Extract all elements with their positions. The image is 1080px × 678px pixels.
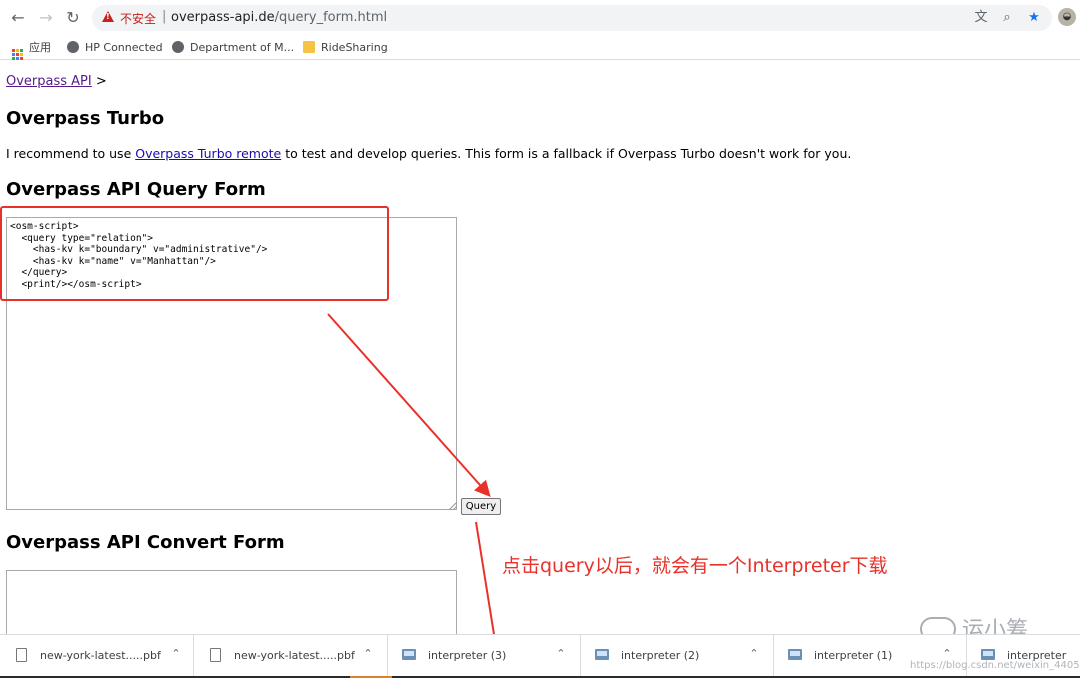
chevron-up-icon[interactable]: ⌃ — [361, 647, 375, 661]
chevron-up-icon[interactable]: ⌃ — [940, 647, 954, 661]
chevron-up-icon[interactable]: ⌃ — [169, 647, 183, 661]
download-item[interactable]: new-york-latest.....pbf ⌃ — [0, 635, 194, 678]
chevron-up-icon[interactable]: ⌃ — [554, 647, 568, 661]
download-item[interactable]: interpreter (1) ⌃ — [774, 635, 967, 678]
chevron-up-icon[interactable]: ⌃ — [747, 647, 761, 661]
download-item[interactable]: interpreter (2) ⌃ — [581, 635, 774, 678]
arrow-to-query-button — [327, 313, 491, 497]
annotation-arrows — [327, 313, 503, 651]
arrow-to-download — [475, 521, 503, 651]
download-item[interactable]: interpreter — [967, 635, 1080, 678]
pc-icon — [402, 649, 416, 660]
file-icon — [210, 648, 221, 662]
download-shelf: new-york-latest.....pbf ⌃ new-york-lates… — [0, 634, 1080, 678]
pc-icon — [788, 649, 802, 660]
file-icon — [16, 648, 27, 662]
download-item[interactable]: interpreter (3) ⌃ — [388, 635, 581, 678]
download-item[interactable]: new-york-latest.....pbf ⌃ — [194, 635, 388, 678]
pc-icon — [981, 649, 995, 660]
watermark-url: https://blog.csdn.net/weixin_44055 — [910, 660, 1080, 671]
pc-icon — [595, 649, 609, 660]
